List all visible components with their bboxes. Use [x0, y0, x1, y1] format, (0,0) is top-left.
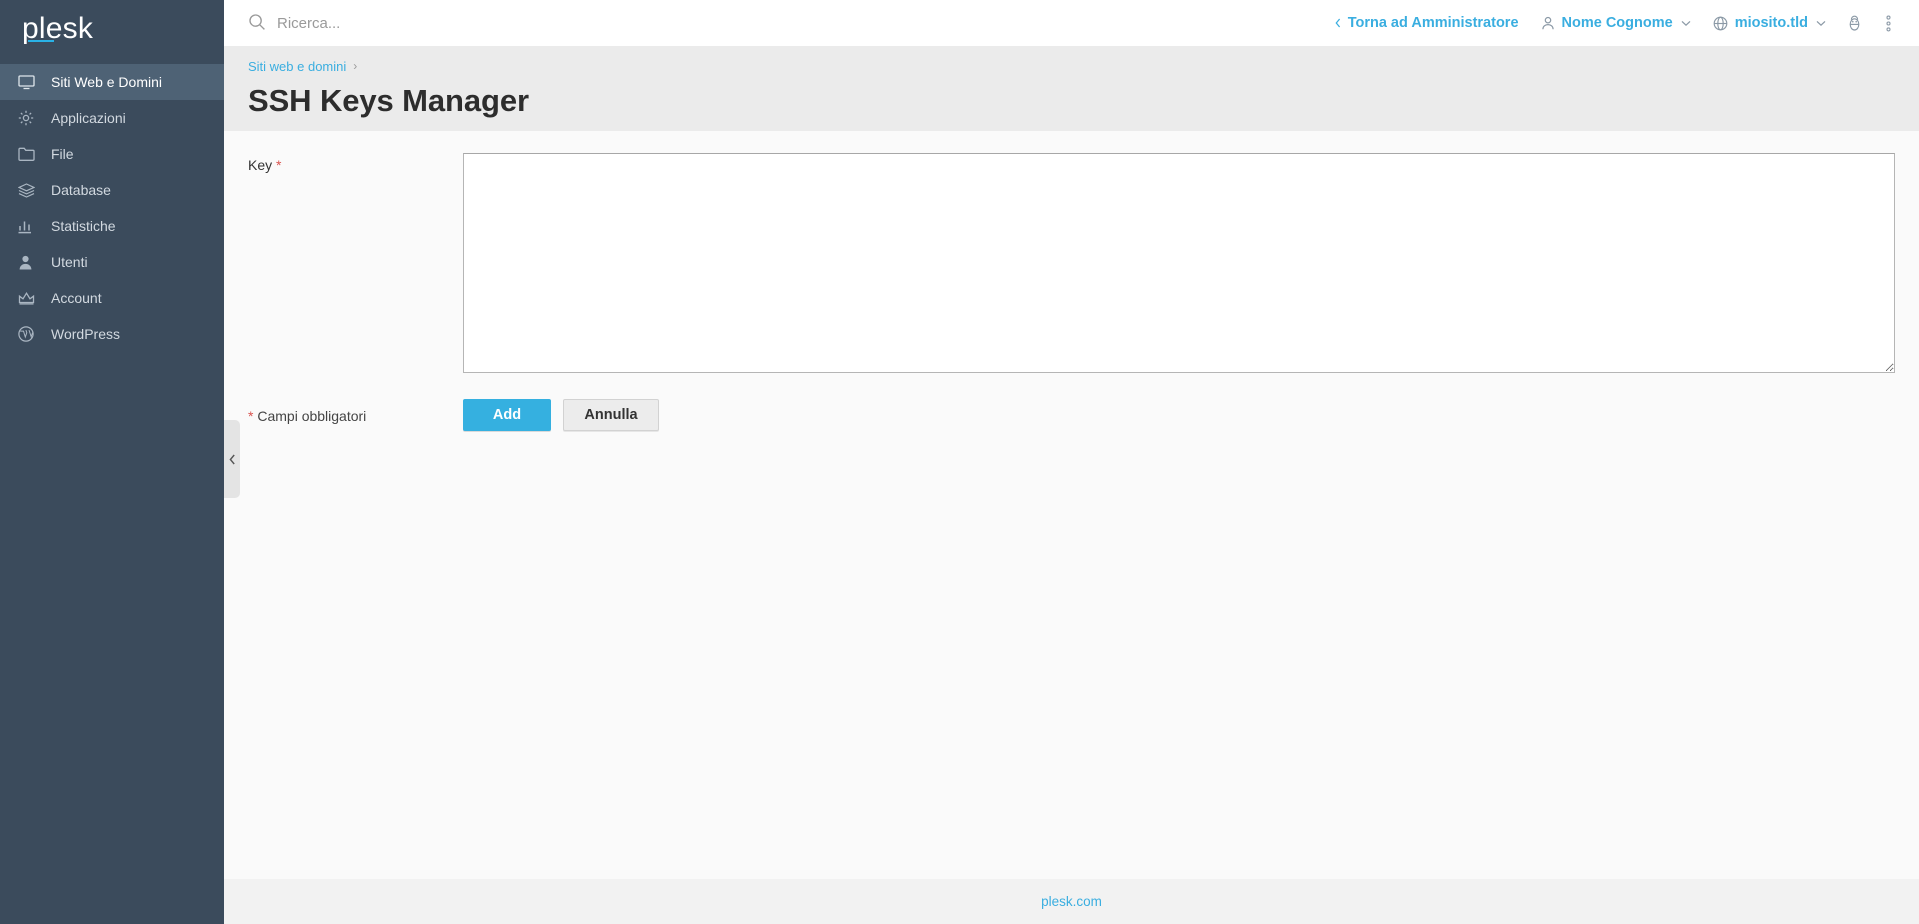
sidebar-item-siti-web-e-domini[interactable]: Siti Web e Domini [0, 64, 224, 100]
wordpress-icon [18, 325, 40, 343]
add-button[interactable]: Add [463, 399, 551, 431]
user-menu-label: Nome Cognome [1561, 15, 1673, 31]
sidebar-item-wordpress[interactable]: WordPress [0, 316, 224, 352]
user-icon [1541, 16, 1555, 30]
search-icon [248, 13, 268, 33]
chevron-left-icon [228, 454, 236, 465]
breadcrumb: Siti web e domini › [248, 56, 1895, 76]
gear-icon [18, 109, 40, 127]
user-menu[interactable]: Nome Cognome [1530, 0, 1702, 46]
required-asterisk: * [248, 408, 254, 424]
folder-icon [18, 145, 40, 163]
bar-chart-icon [18, 217, 40, 235]
required-asterisk: * [276, 157, 282, 173]
sidebar-item-label: Applicazioni [51, 110, 126, 126]
sidebar-item-label: Account [51, 290, 102, 306]
top-bar: Torna ad Amministratore Nome Cognome [224, 0, 1919, 46]
breadcrumb-item-siti-web-e-domini[interactable]: Siti web e domini [248, 59, 346, 74]
crown-icon [18, 289, 40, 307]
sidebar-item-account[interactable]: Account [0, 280, 224, 316]
sidebar-item-label: Siti Web e Domini [51, 74, 163, 90]
search-box[interactable] [248, 13, 537, 33]
more-vertical-icon[interactable] [1871, 0, 1905, 46]
sidebar-item-label: WordPress [51, 326, 120, 342]
monitor-icon [18, 73, 40, 91]
top-bar-right-group: Torna ad Amministratore Nome Cognome mio… [1324, 0, 1919, 46]
bug-icon[interactable] [1837, 0, 1871, 46]
search-input[interactable] [277, 14, 537, 32]
sidebar-item-label: Utenti [51, 254, 88, 270]
footer-plesk-link[interactable]: plesk.com [1041, 894, 1102, 909]
key-input[interactable] [463, 153, 1895, 373]
back-to-administrator-label: Torna ad Amministratore [1347, 15, 1519, 31]
main-content: Siti web e domini › SSH Keys Manager Key… [224, 46, 1919, 924]
chevron-left-icon [1335, 18, 1341, 28]
brand-logo[interactable]: plesk [0, 0, 224, 58]
page-header: Siti web e domini › SSH Keys Manager [224, 46, 1919, 131]
site-selector-label: miosito.tld [1734, 15, 1808, 31]
site-selector-menu[interactable]: miosito.tld [1702, 0, 1837, 46]
sidebar-item-file[interactable]: File [0, 136, 224, 172]
back-to-administrator-link[interactable]: Torna ad Amministratore [1324, 0, 1530, 46]
chevron-down-icon [1816, 20, 1826, 27]
sidebar-collapse-toggle[interactable] [224, 420, 240, 498]
brand-underline-accent [28, 40, 54, 42]
breadcrumb-separator-icon: › [353, 59, 358, 73]
chevron-down-icon [1681, 20, 1691, 27]
required-fields-note-text: Campi obbligatori [257, 408, 367, 424]
sidebar-item-label: Database [51, 182, 111, 198]
sidebar-item-applicazioni[interactable]: Applicazioni [0, 100, 224, 136]
key-field-wrapper [463, 153, 1895, 373]
sidebar-item-label: Statistiche [51, 218, 116, 234]
sidebar-nav: Siti Web e Domini Applicazioni File Data… [0, 64, 224, 352]
sidebar-item-statistiche[interactable]: Statistiche [0, 208, 224, 244]
cancel-button[interactable]: Annulla [563, 399, 659, 431]
database-icon [18, 181, 40, 199]
user-icon [18, 253, 40, 271]
footer: plesk.com [224, 879, 1919, 924]
key-form-row: Key * [248, 153, 1895, 373]
required-fields-note: * Campi obbligatori [248, 399, 463, 424]
globe-icon [1713, 16, 1728, 31]
form-actions-row: * Campi obbligatori Add Annulla [248, 399, 1895, 431]
sidebar-item-database[interactable]: Database [0, 172, 224, 208]
sidebar-item-label: File [51, 146, 74, 162]
key-field-label: Key * [248, 153, 463, 173]
page-title: SSH Keys Manager [248, 83, 529, 118]
ssh-key-form-panel: Key * * Campi obbligatori Add Annulla [224, 131, 1919, 890]
plesk-app-window: plesk Siti Web e Domini Applicazioni Fil… [0, 0, 1919, 924]
key-field-label-text: Key [248, 157, 273, 173]
sidebar: plesk Siti Web e Domini Applicazioni Fil… [0, 0, 224, 924]
sidebar-item-utenti[interactable]: Utenti [0, 244, 224, 280]
